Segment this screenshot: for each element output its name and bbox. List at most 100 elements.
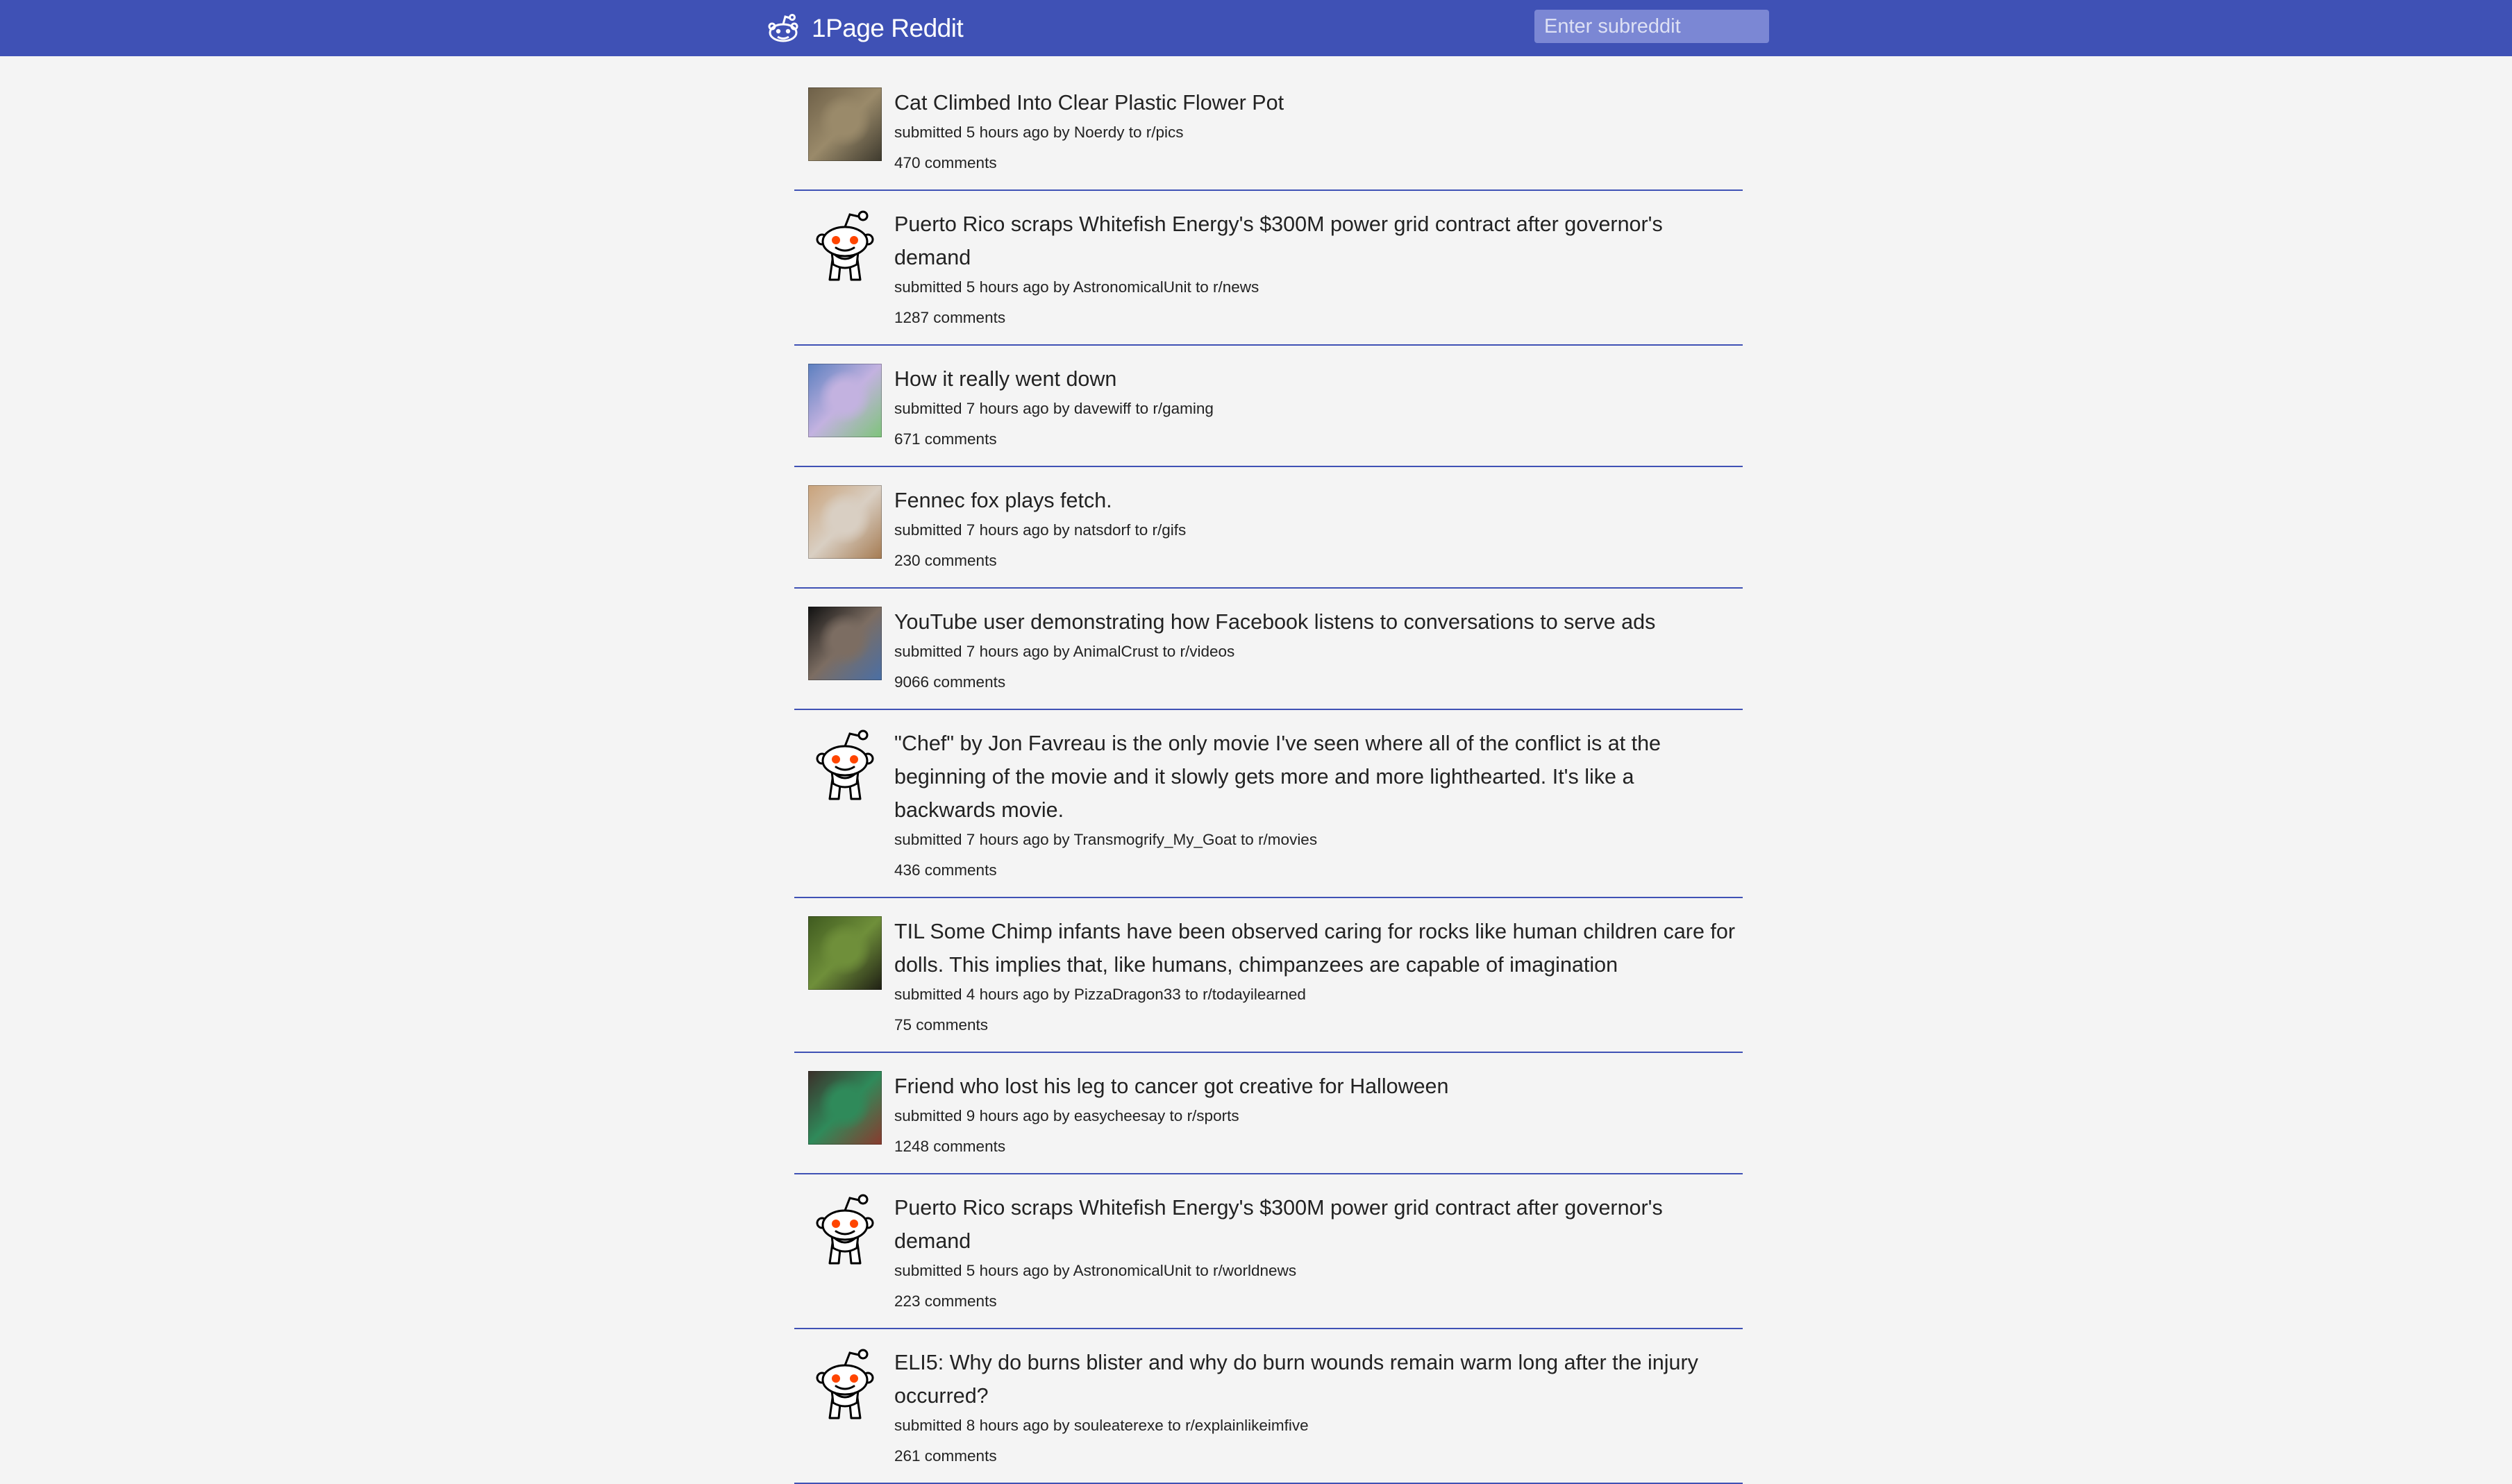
comments-link[interactable]: 223 comments	[894, 1290, 997, 1313]
post-meta: submitted 4 hours ago by PizzaDragon33 t…	[894, 983, 1736, 1006]
post-meta: submitted 7 hours ago by natsdorf to r/g…	[894, 518, 1736, 542]
post-meta: submitted 7 hours ago by AnimalCrust to …	[894, 640, 1736, 664]
post-title-link[interactable]: Puerto Rico scraps Whitefish Energy's $3…	[894, 1191, 1736, 1258]
to-text: to	[1169, 1107, 1183, 1124]
post-feed: Cat Climbed Into Clear Plastic Flower Po…	[794, 69, 1743, 1484]
subreddit-link[interactable]: r/todayilearned	[1203, 986, 1306, 1003]
post-item: Friend who lost his leg to cancer got cr…	[794, 1053, 1743, 1174]
submitted-time: submitted 7 hours ago by	[894, 521, 1070, 539]
post-body: Fennec fox plays fetch. submitted 7 hours…	[894, 484, 1743, 573]
to-text: to	[1134, 521, 1148, 539]
post-body: Friend who lost his leg to cancer got cr…	[894, 1070, 1743, 1158]
post-title-link[interactable]: TIL Some Chimp infants have been observe…	[894, 915, 1736, 981]
post-item: How it really went down submitted 7 hours…	[794, 346, 1743, 467]
post-item: Puerto Rico scraps Whitefish Energy's $3…	[794, 1174, 1743, 1329]
to-text: to	[1128, 124, 1142, 141]
post-thumbnail[interactable]	[808, 485, 882, 559]
submitted-time: submitted 5 hours ago by	[894, 124, 1070, 141]
subreddit-link[interactable]: r/pics	[1146, 124, 1184, 141]
post-thumbnail[interactable]	[808, 916, 882, 990]
subreddit-link[interactable]: r/gifs	[1153, 521, 1187, 539]
author-link[interactable]: easycheesay	[1074, 1107, 1165, 1124]
subreddit-link[interactable]: r/gaming	[1153, 400, 1214, 417]
post-thumbnail[interactable]	[808, 87, 882, 161]
submitted-time: submitted 5 hours ago by	[894, 278, 1070, 296]
post-meta: submitted 5 hours ago by Noerdy to r/pic…	[894, 121, 1736, 144]
post-title-link[interactable]: YouTube user demonstrating how Facebook …	[894, 605, 1736, 639]
post-body: ELI5: Why do burns blister and why do bu…	[894, 1346, 1743, 1468]
post-body: How it really went down submitted 7 hours…	[894, 362, 1743, 451]
to-text: to	[1196, 278, 1209, 296]
comments-link[interactable]: 261 comments	[894, 1444, 997, 1468]
post-thumbnail[interactable]	[808, 364, 882, 437]
author-link[interactable]: AstronomicalUnit	[1073, 278, 1191, 296]
post-thumbnail[interactable]	[808, 728, 882, 802]
post-thumbnail[interactable]	[808, 1347, 882, 1421]
post-body: Puerto Rico scraps Whitefish Energy's $3…	[894, 208, 1743, 330]
post-title-link[interactable]: How it really went down	[894, 362, 1736, 396]
reddit-alien-icon	[768, 13, 798, 42]
comments-link[interactable]: 75 comments	[894, 1013, 988, 1037]
post-item: Fennec fox plays fetch. submitted 7 hours…	[794, 467, 1743, 589]
submitted-time: submitted 5 hours ago by	[894, 1262, 1070, 1279]
reddit-alien-icon	[816, 1194, 874, 1265]
post-body: TIL Some Chimp infants have been observe…	[894, 915, 1743, 1037]
comments-link[interactable]: 230 comments	[894, 549, 997, 573]
comments-link[interactable]: 436 comments	[894, 859, 997, 882]
comments-link[interactable]: 671 comments	[894, 428, 997, 451]
submitted-time: submitted 8 hours ago by	[894, 1417, 1070, 1434]
submitted-time: submitted 7 hours ago by	[894, 643, 1070, 660]
comments-link[interactable]: 1248 comments	[894, 1135, 1005, 1158]
author-link[interactable]: Noerdy	[1074, 124, 1125, 141]
brand-link[interactable]: 1Page Reddit	[766, 0, 964, 56]
post-title-link[interactable]: Fennec fox plays fetch.	[894, 484, 1736, 517]
post-meta: submitted 7 hours ago by davewiff to r/g…	[894, 397, 1736, 421]
reddit-alien-icon	[816, 210, 874, 281]
post-title-link[interactable]: ELI5: Why do burns blister and why do bu…	[894, 1346, 1736, 1413]
post-meta: submitted 5 hours ago by AstronomicalUni…	[894, 276, 1736, 299]
submitted-time: submitted 4 hours ago by	[894, 986, 1070, 1003]
to-text: to	[1162, 643, 1176, 660]
subreddit-link[interactable]: r/explainlikeimfive	[1185, 1417, 1309, 1434]
post-meta: submitted 7 hours ago by Transmogrify_My…	[894, 828, 1736, 852]
author-link[interactable]: davewiff	[1074, 400, 1131, 417]
post-body: YouTube user demonstrating how Facebook …	[894, 605, 1743, 694]
post-title-link[interactable]: Cat Climbed Into Clear Plastic Flower Po…	[894, 86, 1736, 119]
brand-title: 1Page Reddit	[812, 13, 964, 42]
subreddit-link[interactable]: r/news	[1213, 278, 1259, 296]
author-link[interactable]: AstronomicalUnit	[1073, 1262, 1191, 1279]
post-body: "Chef" by Jon Favreau is the only movie …	[894, 727, 1743, 882]
post-title-link[interactable]: "Chef" by Jon Favreau is the only movie …	[894, 727, 1736, 827]
subreddit-link[interactable]: r/worldnews	[1213, 1262, 1296, 1279]
subreddit-search-input[interactable]	[1534, 10, 1769, 43]
author-link[interactable]: souleaterexe	[1074, 1417, 1164, 1434]
post-thumbnail[interactable]	[808, 607, 882, 680]
post-thumbnail[interactable]	[808, 209, 882, 283]
post-thumbnail[interactable]	[808, 1071, 882, 1145]
post-title-link[interactable]: Puerto Rico scraps Whitefish Energy's $3…	[894, 208, 1736, 274]
author-link[interactable]: Transmogrify_My_Goat	[1074, 831, 1237, 848]
subreddit-link[interactable]: r/movies	[1258, 831, 1317, 848]
to-text: to	[1168, 1417, 1181, 1434]
reddit-alien-icon	[816, 730, 874, 800]
author-link[interactable]: AnimalCrust	[1073, 643, 1159, 660]
submitted-time: submitted 7 hours ago by	[894, 831, 1070, 848]
subreddit-link[interactable]: r/sports	[1187, 1107, 1239, 1124]
submitted-time: submitted 7 hours ago by	[894, 400, 1070, 417]
post-item: Cat Climbed Into Clear Plastic Flower Po…	[794, 69, 1743, 191]
post-meta: submitted 8 hours ago by souleaterexe to…	[894, 1414, 1736, 1437]
post-meta: submitted 5 hours ago by AstronomicalUni…	[894, 1259, 1736, 1283]
reddit-alien-icon	[816, 1349, 874, 1419]
post-thumbnail[interactable]	[808, 1192, 882, 1266]
post-title-link[interactable]: Friend who lost his leg to cancer got cr…	[894, 1070, 1736, 1103]
comments-link[interactable]: 9066 comments	[894, 671, 1005, 694]
post-item: Puerto Rico scraps Whitefish Energy's $3…	[794, 191, 1743, 346]
to-text: to	[1241, 831, 1254, 848]
comments-link[interactable]: 1287 comments	[894, 306, 1005, 330]
author-link[interactable]: natsdorf	[1074, 521, 1130, 539]
subreddit-link[interactable]: r/videos	[1180, 643, 1235, 660]
top-navbar: 1Page Reddit	[0, 0, 2512, 56]
author-link[interactable]: PizzaDragon33	[1074, 986, 1181, 1003]
post-item: TIL Some Chimp infants have been observe…	[794, 898, 1743, 1053]
comments-link[interactable]: 470 comments	[894, 151, 997, 175]
